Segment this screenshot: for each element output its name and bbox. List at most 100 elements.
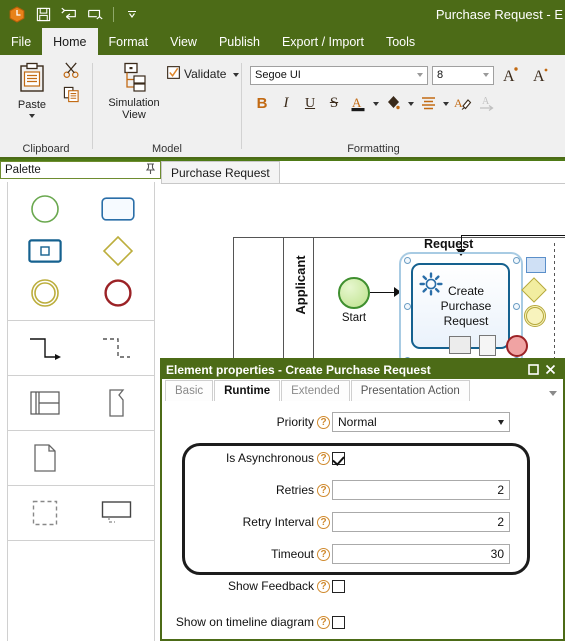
quick-task-shape[interactable] — [526, 257, 546, 273]
validate-button[interactable]: Validate — [167, 66, 240, 82]
priority-value: Normal — [338, 415, 377, 429]
palette-sequence-flow-shape[interactable] — [8, 327, 81, 369]
ribbon-tab-bar: File Home Format View Publish Export / I… — [0, 28, 565, 55]
quick-end-event-shape[interactable] — [506, 335, 528, 357]
is-asynchronous-checkbox[interactable] — [332, 451, 345, 465]
palette-subprocess-shape[interactable] — [8, 230, 81, 272]
timeout-input[interactable]: 30 — [332, 544, 510, 564]
palette-data-object-shape[interactable] — [8, 437, 81, 479]
priority-select[interactable]: Normal — [332, 412, 510, 432]
help-icon[interactable]: ? — [317, 483, 330, 497]
help-icon[interactable]: ? — [317, 515, 330, 529]
show-feedback-checkbox[interactable] — [332, 579, 345, 593]
format-painter-button[interactable]: A — [451, 92, 475, 115]
dialog-body: Priority ? Normal Is Asynchronous ? Retr… — [162, 401, 563, 635]
svg-text:A: A — [454, 96, 463, 110]
ribbon-tab-file[interactable]: File — [0, 28, 42, 55]
ribbon-tab-home[interactable]: Home — [42, 28, 98, 55]
chevron-down-icon[interactable] — [549, 391, 557, 396]
palette-pool-shape[interactable] — [8, 382, 81, 424]
fill-color-button[interactable] — [381, 92, 405, 115]
ribbon-tab-format[interactable]: Format — [98, 28, 160, 55]
resize-handle-tr[interactable] — [513, 257, 520, 264]
copy-button[interactable] — [58, 85, 84, 109]
quick-data-object-shape[interactable] — [479, 335, 496, 356]
task-label-line2: Purchase — [440, 298, 492, 313]
resize-handle-l[interactable] — [404, 303, 411, 310]
resize-handle-tl[interactable] — [404, 257, 411, 264]
chevron-down-icon[interactable] — [29, 114, 35, 118]
palette-group-shape[interactable] — [8, 492, 81, 534]
dialog-tab-presentation-action[interactable]: Presentation Action — [350, 380, 470, 401]
bold-button[interactable]: B — [250, 92, 274, 115]
dialog-tab-extended[interactable]: Extended — [281, 380, 350, 401]
font-name-combo[interactable]: Segoe UI — [250, 65, 428, 85]
quick-subprocess-shape[interactable] — [449, 336, 471, 354]
shrink-font-button[interactable]: A — [528, 63, 554, 87]
help-icon[interactable]: ? — [317, 579, 330, 593]
fill-color-dropdown[interactable] — [405, 92, 416, 115]
chevron-down-icon[interactable] — [498, 419, 504, 425]
show-feedback-row: Show Feedback ? — [162, 573, 563, 599]
retry-interval-row: Retry Interval ? 2 — [162, 509, 563, 535]
chevron-down-icon[interactable] — [483, 73, 489, 77]
dialog-tab-runtime[interactable]: Runtime — [214, 380, 281, 401]
table-grid-icon — [29, 391, 60, 415]
cut-button[interactable] — [58, 61, 84, 85]
ribbon-tab-view[interactable]: View — [159, 28, 208, 55]
palette-task-shape[interactable] — [81, 188, 154, 230]
palette-message-flow-shape[interactable] — [81, 327, 154, 369]
undo-icon[interactable] — [56, 2, 82, 26]
italic-button[interactable]: I — [274, 92, 298, 115]
pool-right-dashed-edge — [554, 243, 555, 361]
underline-button[interactable]: U — [298, 92, 322, 115]
help-icon[interactable]: ? — [317, 615, 330, 629]
pin-icon[interactable] — [145, 162, 156, 178]
align-button[interactable] — [416, 92, 440, 115]
simulation-view-button[interactable]: Simulation View — [101, 59, 167, 121]
align-dropdown[interactable] — [440, 92, 451, 115]
customize-qat-icon[interactable] — [119, 2, 145, 26]
save-icon[interactable] — [30, 2, 56, 26]
chevron-down-icon[interactable] — [417, 73, 423, 77]
document-tab-purchase-request[interactable]: Purchase Request — [161, 161, 280, 183]
palette-lane-shape[interactable] — [81, 382, 154, 424]
ribbon-tab-export-import[interactable]: Export / Import — [271, 28, 375, 55]
retries-input[interactable]: 2 — [332, 480, 510, 500]
app-logo-icon[interactable] — [4, 2, 30, 26]
strikethrough-button[interactable]: S — [322, 92, 346, 115]
quick-intermediate-event-shape[interactable] — [524, 305, 546, 327]
start-event-node[interactable] — [338, 277, 370, 309]
chevron-down-icon[interactable] — [233, 72, 240, 77]
help-icon[interactable]: ? — [317, 415, 330, 429]
lane-label-applicant: Applicant — [293, 255, 308, 315]
help-icon[interactable]: ? — [317, 547, 330, 561]
retry-interval-input[interactable]: 2 — [332, 512, 510, 532]
sequence-flow-connector[interactable] — [370, 292, 397, 293]
diamond-yellow-icon — [102, 235, 133, 267]
palette-header: Palette — [0, 161, 161, 179]
font-color-button[interactable]: A — [346, 92, 370, 115]
ribbon-tab-tools[interactable]: Tools — [375, 28, 426, 55]
paste-button[interactable]: Paste — [6, 59, 58, 118]
palette-start-event-shape[interactable] — [8, 188, 81, 230]
palette-shape-list[interactable] — [7, 182, 155, 641]
show-on-timeline-checkbox[interactable] — [332, 615, 345, 629]
grow-font-button[interactable]: A — [498, 63, 524, 87]
palette-intermediate-event-shape[interactable] — [8, 272, 81, 314]
font-size-combo[interactable]: 8 — [432, 65, 494, 85]
palette-gateway-shape[interactable] — [81, 230, 154, 272]
font-color-dropdown[interactable] — [370, 92, 381, 115]
italic-label: I — [283, 95, 289, 111]
palette-end-event-shape[interactable] — [81, 272, 154, 314]
resize-handle-r[interactable] — [513, 303, 520, 310]
palette-section-connectors — [8, 321, 154, 376]
palette-text-annotation-shape[interactable] — [81, 492, 154, 534]
dialog-tab-basic[interactable]: Basic — [165, 380, 214, 401]
help-icon[interactable]: ? — [317, 451, 330, 465]
maximize-icon — [528, 364, 539, 375]
close-button[interactable] — [542, 361, 559, 378]
ribbon-tab-publish[interactable]: Publish — [208, 28, 271, 55]
maximize-button[interactable] — [525, 361, 542, 378]
redo-icon[interactable] — [82, 2, 108, 26]
